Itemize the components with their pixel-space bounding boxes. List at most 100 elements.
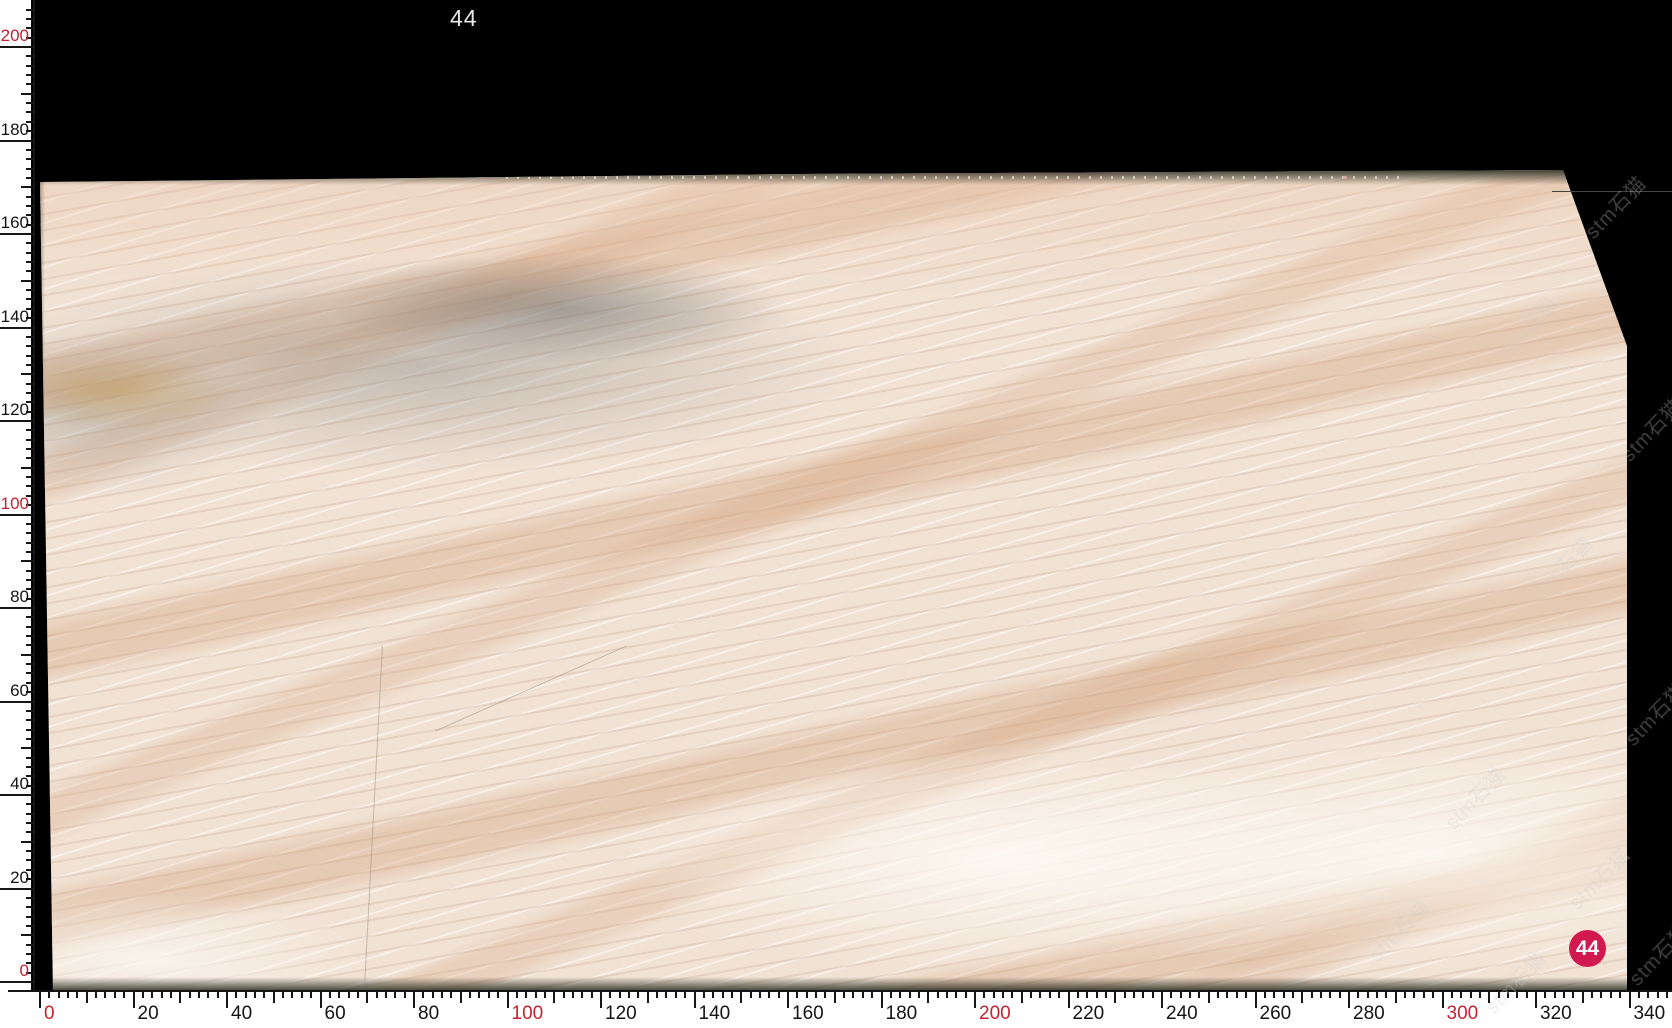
ruler-tick: [26, 363, 35, 366]
ruler-tick: [1544, 992, 1547, 998]
ruler-tick: [581, 992, 584, 998]
ruler-tick: [469, 992, 472, 998]
ruler-tick: [21, 934, 35, 937]
ruler-tick: [26, 448, 35, 451]
ruler-tick: [26, 663, 35, 666]
ruler-label: 40: [10, 774, 29, 793]
ruler-tick: [1170, 992, 1173, 998]
ruler-tick: [26, 354, 35, 357]
slab-scan-viewer: 200 180 160 140 120 100 80 60 40 20 0 0 20 40 60 80 100 1…: [0, 0, 1672, 1028]
ruler-tick: [1030, 992, 1033, 998]
ruler-tick: [26, 765, 35, 768]
ruler-tick: [26, 64, 35, 67]
ruler-tick: [1235, 992, 1238, 998]
ruler-tick: [67, 992, 70, 998]
ruler-tick: [1189, 992, 1192, 998]
ruler-tick: [1357, 992, 1360, 998]
ruler-label: 100: [511, 1003, 544, 1024]
ruler-tick: [684, 992, 687, 998]
ruler-label: 120: [0, 400, 29, 419]
ruler-tick: [1179, 992, 1182, 998]
ruler-label: 40: [231, 1003, 253, 1024]
ruler-tick: [656, 992, 659, 998]
ruler-tick: [927, 992, 930, 1003]
ruler-tick: [207, 992, 210, 998]
ruler-tick: [843, 992, 846, 998]
ruler-tick: [787, 992, 789, 1008]
ruler-tick: [422, 992, 425, 998]
ruler-tick: [21, 560, 35, 563]
ruler-tick: [534, 992, 537, 998]
ruler-tick: [21, 373, 35, 376]
ruler-tick: [26, 251, 35, 254]
ruler-tick: [1132, 992, 1135, 998]
ruler-tick: [693, 992, 696, 1008]
ruler-tick: [702, 992, 705, 998]
ruler-tick: [805, 992, 808, 998]
ruler-tick: [263, 992, 266, 998]
marble-slab-image: [40, 170, 1627, 992]
ruler-tick: [216, 992, 219, 998]
ruler-tick: [95, 992, 98, 998]
ruler-tick: [0, 420, 35, 422]
ruler-tick: [26, 83, 35, 86]
ruler-tick: [160, 992, 163, 998]
ruler-tick: [26, 822, 35, 825]
ruler-tick: [291, 992, 294, 998]
ruler-label: 160: [0, 213, 29, 232]
ruler-tick: [955, 992, 958, 998]
ruler-tick: [347, 992, 350, 998]
ruler-tick: [21, 653, 35, 656]
ruler-tick: [310, 992, 313, 998]
ruler-tick: [57, 992, 60, 998]
ruler-tick: [431, 992, 434, 998]
ruler-label: 200: [979, 1003, 1011, 1024]
watermark-text: stm石猫: [1581, 172, 1651, 244]
ruler-tick: [562, 992, 565, 998]
ruler-tick: [871, 992, 874, 998]
ruler-tick: [1002, 992, 1005, 998]
ruler-tick: [21, 840, 35, 843]
ruler-tick: [384, 992, 387, 998]
ruler-tick: [0, 981, 35, 983]
ruler-tick: [26, 102, 35, 105]
ruler-tick: [1432, 992, 1435, 998]
ruler-tick: [1525, 992, 1528, 998]
ruler-tick: [1413, 992, 1416, 998]
slab-left-edge-shadow: [40, 170, 45, 992]
ruler-tick: [26, 728, 35, 731]
ruler-tick: [26, 952, 35, 955]
slab-seam-line: [434, 645, 628, 732]
ruler-tick: [497, 992, 500, 998]
ruler-tick: [26, 924, 35, 927]
ruler-tick: [983, 992, 986, 998]
ruler-tick: [908, 992, 911, 998]
ruler-tick: [26, 74, 35, 77]
ruler-tick: [26, 625, 35, 628]
ruler-tick: [26, 635, 35, 638]
ruler-tick: [26, 803, 35, 806]
ruler-tick: [964, 992, 967, 998]
ruler-tick: [26, 148, 35, 151]
ruler-tick: [394, 992, 397, 998]
ruler-tick: [1319, 992, 1322, 998]
ruler-tick: [328, 992, 331, 998]
ruler-label: 180: [0, 119, 29, 139]
badge-number: 44: [1575, 936, 1600, 960]
ruler-tick: [1011, 992, 1014, 998]
ruler-tick: [880, 992, 883, 1008]
ruler-tick: [1263, 992, 1266, 998]
ruler-tick: [1198, 992, 1201, 998]
ruler-tick: [852, 992, 855, 998]
ruler-tick: [197, 992, 200, 998]
ruler-tick: [0, 794, 35, 796]
ruler-tick: [104, 992, 107, 998]
ruler-tick: [244, 992, 247, 998]
ruler-tick: [1310, 992, 1313, 998]
ruler-tick: [758, 992, 761, 998]
ruler-tick: [26, 204, 35, 207]
watermark-text: stm石猫: [1625, 919, 1672, 991]
ruler-tick: [226, 992, 228, 1008]
ruler-label: 220: [1072, 1003, 1105, 1024]
ruler-tick: [26, 176, 35, 179]
